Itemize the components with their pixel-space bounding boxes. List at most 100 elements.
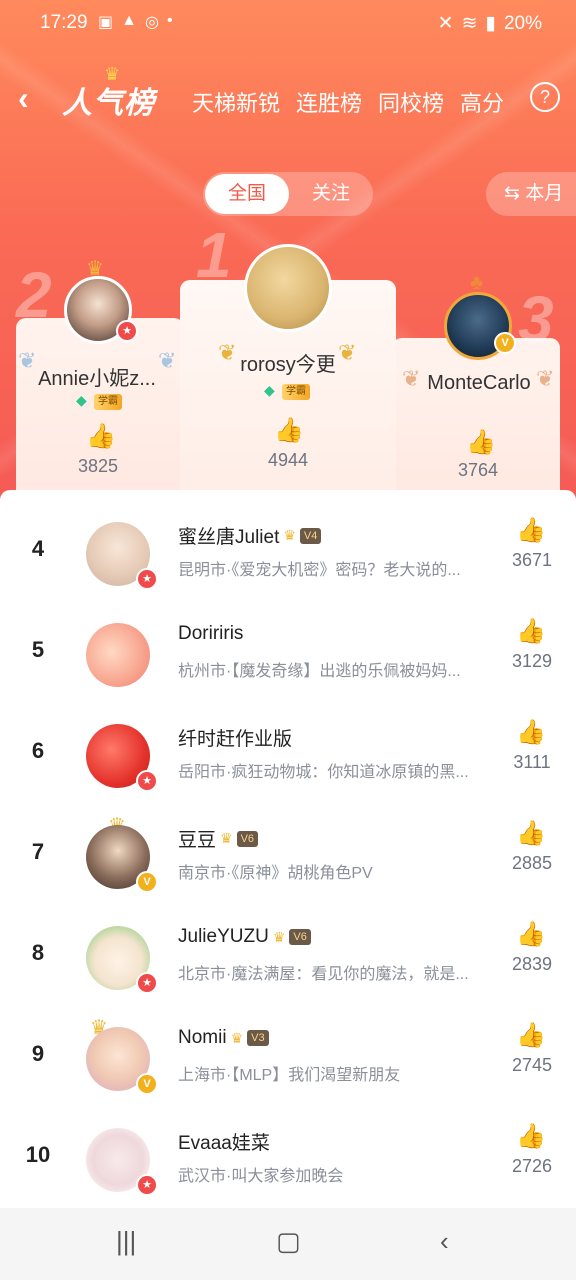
dot-icon: • <box>166 12 173 29</box>
verified-badge-icon: V <box>136 1073 158 1095</box>
rank-number: 6 <box>31 738 45 763</box>
user-name-text: JulieYUZU <box>178 926 269 947</box>
laurel-left-icon: ❦ <box>218 340 237 365</box>
period-label: 本月 <box>525 183 564 204</box>
like-count: 3111 <box>513 752 551 772</box>
user-name: 豆豆 ♛ V6 <box>178 825 259 852</box>
podium-likes-2: 3825 <box>77 456 119 476</box>
gem-icon: ◆ <box>264 382 275 398</box>
period-button[interactable]: ⇆ 本月 <box>486 172 576 216</box>
star-badge-icon: ★ <box>136 770 158 792</box>
laurel-right-icon: ❦ <box>338 340 357 365</box>
wifi-icon: ≋ <box>461 13 478 34</box>
thumbs-up-icon[interactable]: 👍 <box>516 920 546 949</box>
scope-following-button[interactable]: 关注 <box>291 174 371 214</box>
star-badge-icon: ★ <box>136 972 158 994</box>
user-name-text: Doririris <box>178 623 244 644</box>
like-count: 2745 <box>511 1055 553 1075</box>
user-name-text: 纤时赶作业版 <box>178 729 293 750</box>
user-name: Doririris <box>178 623 243 645</box>
rank-number-3: 3 <box>518 283 554 355</box>
ranking-tabs: 天梯新锐 连胜榜 同校榜 高分 <box>192 86 504 118</box>
scope-switch: 全国 关注 <box>203 172 373 216</box>
user-description: 北京市·魔法满屋：看见你的魔法，就是... <box>178 966 469 983</box>
podium-likes-1: 4944 <box>267 450 309 470</box>
level-badge: V3 <box>247 1030 269 1046</box>
list-item[interactable]: 6 ★ 纤时赶作业版 岳阳市·疯狂动物城：你知道冰原镇的黑... 👍 3111 <box>0 708 576 808</box>
user-name: 蜜丝唐Juliet ♛ V4 <box>178 522 322 549</box>
list-item[interactable]: 7 ♛ V 豆豆 ♛ V6 南京市·《原神》胡桃角色PV 👍 2885 <box>0 809 576 909</box>
user-description: 上海市·【MLP】我们渴望新朋友 <box>178 1067 401 1084</box>
list-item[interactable]: 10 ★ Evaaa娃菜 武汉市·叫大家参加晚会 👍 2726 <box>0 1112 576 1212</box>
user-name-text: 蜜丝唐Juliet <box>178 527 280 548</box>
list-item[interactable]: 8 ★ JulieYUZU ♛ V6 北京市·魔法满屋：看见你的魔法，就是...… <box>0 910 576 1010</box>
user-description: 昆明市·《爱宠大机密》密码？老大说的... <box>178 562 461 579</box>
thumbs-up-icon[interactable]: 👍 <box>516 819 546 848</box>
warning-icon: ▲ <box>121 12 137 29</box>
like-count: 2885 <box>511 853 553 873</box>
star-badge-icon: ★ <box>136 1174 158 1196</box>
user-name-text: Evaaa娃菜 <box>178 1133 270 1154</box>
user-name: Evaaa娃菜 <box>178 1128 270 1155</box>
header: ‹ ♛ 人气榜 天梯新锐 连胜榜 同校榜 高分 ? <box>0 64 576 128</box>
help-icon[interactable]: ? <box>530 82 560 112</box>
thumbs-up-icon[interactable]: 👍 <box>516 1021 546 1050</box>
tab-win-streak[interactable]: 连胜榜 <box>296 86 362 118</box>
image-icon: ▣ <box>98 14 114 31</box>
user-description: 杭州市·【魔发奇缘】出逃的乐佩被妈妈... <box>178 663 461 680</box>
like-count: 3671 <box>511 550 553 570</box>
back-nav-icon[interactable]: ‹ <box>440 1226 449 1257</box>
system-nav-bar: ||| ▢ ‹ <box>0 1208 576 1280</box>
recent-apps-icon[interactable]: ||| <box>116 1226 136 1257</box>
rank-number: 5 <box>31 637 45 662</box>
level-badge: V4 <box>299 527 322 544</box>
list-item[interactable]: 5 Doririris 杭州市·【魔发奇缘】出逃的乐佩被妈妈... 👍 3129 <box>0 607 576 707</box>
assistant-icon: ◎ <box>144 14 159 31</box>
crown-icon: ♛ <box>220 830 233 846</box>
thumbs-up-icon[interactable]: 👍 <box>274 416 304 445</box>
status-notification-icons: ▣ ▲ ◎ • <box>98 12 173 32</box>
scope-national-button[interactable]: 全国 <box>205 174 289 214</box>
rank-number: 8 <box>31 940 45 965</box>
user-description: 岳阳市·疯狂动物城：你知道冰原镇的黑... <box>178 764 469 781</box>
podium-name-1: rorosy今更 <box>240 354 336 376</box>
thumbs-up-icon[interactable]: 👍 <box>516 617 546 646</box>
status-bar: 17:29 ▣ ▲ ◎ • ✕ ≋ ▮ 20% <box>0 8 576 38</box>
level-badge: V6 <box>236 830 259 847</box>
back-icon[interactable]: ‹ <box>18 80 29 117</box>
avatar-rank-1[interactable] <box>244 244 332 332</box>
thumbs-up-icon[interactable]: 👍 <box>516 516 546 545</box>
podium-name-2: Annie小妮z... <box>38 368 156 390</box>
list-item[interactable]: 9 ♛ V Nomii ♛ V3 上海市·【MLP】我们渴望新朋友 👍 2745 <box>0 1011 576 1111</box>
home-icon[interactable]: ▢ <box>276 1226 301 1257</box>
battery-level: 20% <box>503 12 542 34</box>
list-item[interactable]: 4 ★ 蜜丝唐Juliet ♛ V4 昆明市·《爱宠大机密》密码？老大说的...… <box>0 506 576 606</box>
user-description: 南京市·《原神》胡桃角色PV <box>178 865 373 882</box>
user-name-text: 豆豆 <box>178 830 217 851</box>
hero-banner: 17:29 ▣ ▲ ◎ • ✕ ≋ ▮ 20% ‹ ♛ 人气榜 天梯新锐 连胜榜… <box>0 0 576 520</box>
thumbs-up-icon[interactable]: 👍 <box>516 1122 546 1151</box>
gem-icon: ◆ <box>76 392 87 408</box>
signal-icon: ▮ <box>485 13 496 34</box>
podium-likes-3: 3764 <box>457 460 499 480</box>
user-name: JulieYUZU ♛ V6 <box>178 926 311 948</box>
tab-popularity[interactable]: 人气榜 <box>62 78 155 122</box>
thumbs-up-icon[interactable]: 👍 <box>466 428 496 457</box>
swap-icon: ⇆ <box>504 183 520 204</box>
thumbs-up-icon[interactable]: 👍 <box>516 718 546 747</box>
user-name: Nomii ♛ V3 <box>178 1027 269 1049</box>
tab-high-score[interactable]: 高分 <box>460 86 504 118</box>
tab-ladder-newcomers[interactable]: 天梯新锐 <box>192 86 280 118</box>
crown-icon: ♛ <box>283 527 296 543</box>
status-system-icons: ✕ ≋ ▮ 20% <box>438 12 542 35</box>
like-count: 2839 <box>511 954 553 974</box>
like-count: 2726 <box>511 1156 553 1176</box>
tab-same-school[interactable]: 同校榜 <box>378 86 444 118</box>
thumbs-up-icon[interactable]: 👍 <box>86 422 116 451</box>
crown-icon: ♛ <box>272 928 286 945</box>
crown-icon: ♛ <box>230 1029 244 1046</box>
star-badge-icon: ★ <box>136 568 158 590</box>
level-badge: V6 <box>289 929 311 945</box>
rank-number-2: 2 <box>16 259 52 331</box>
avatar[interactable] <box>86 623 150 687</box>
